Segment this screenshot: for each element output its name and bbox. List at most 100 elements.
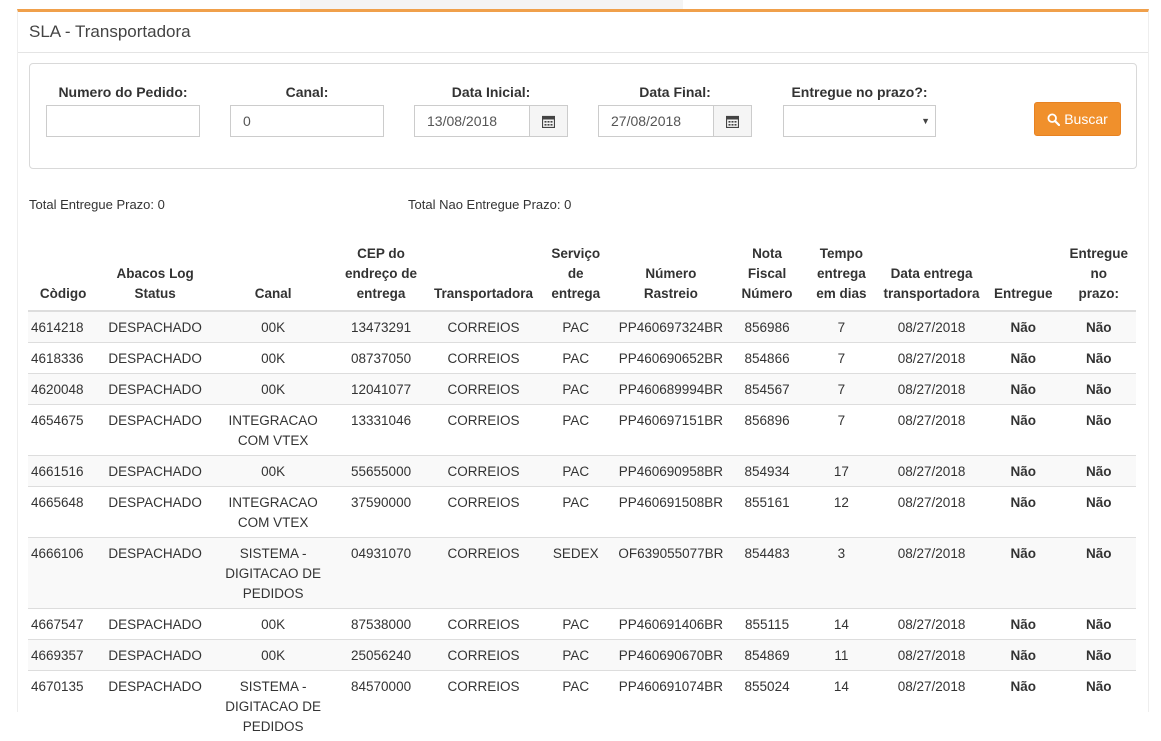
cell-servico: SEDEX (539, 538, 612, 609)
column-header-nota-fiscal: NotaFiscalNúmero (729, 240, 804, 311)
cell-nota-fiscal: 855024 (729, 671, 804, 741)
entregue-prazo-select[interactable]: ▼ (783, 105, 936, 137)
cell-cep: 25056240 (334, 640, 428, 671)
data-inicial-label: Data Inicial: (414, 81, 568, 103)
cell-servico: PAC (539, 671, 612, 741)
cell-nota-fiscal: 855115 (729, 609, 804, 640)
cell-status: DESPACHADO (98, 374, 212, 405)
cell-nota-fiscal: 854866 (729, 343, 804, 374)
canal-input[interactable] (230, 105, 384, 137)
column-header-transportadora: Transportadora (428, 240, 539, 311)
cell-servico: PAC (539, 640, 612, 671)
data-final-input[interactable] (598, 105, 713, 137)
cell-codigo: 4614218 (28, 311, 98, 343)
filter-form: Numero do Pedido: Canal: Data Inicial: D… (29, 63, 1137, 169)
cell-entregue: Não (985, 405, 1061, 456)
cell-status: DESPACHADO (98, 405, 212, 456)
table-body: 4614218DESPACHADO00K13473291CORREIOSPACP… (28, 311, 1136, 741)
pedido-filter-group: Numero do Pedido: (46, 81, 200, 137)
cell-status: DESPACHADO (98, 456, 212, 487)
table-row: 4654675DESPACHADOINTEGRACAO COM VTEX1333… (28, 405, 1136, 456)
cell-transportadora: CORREIOS (428, 405, 539, 456)
cell-canal: INTEGRACAO COM VTEX (212, 405, 334, 456)
cell-data-entrega: 08/27/2018 (878, 671, 985, 741)
cell-entregue-prazo: Não (1061, 374, 1136, 405)
cell-data-entrega: 08/27/2018 (878, 405, 985, 456)
table-row: 4665648DESPACHADOINTEGRACAO COM VTEX3759… (28, 487, 1136, 538)
cell-nota-fiscal: 854934 (729, 456, 804, 487)
page-title: SLA - Transportadora (18, 12, 1148, 53)
cell-rastreio: PP460689994BR (612, 374, 729, 405)
cell-rastreio: PP460697324BR (612, 311, 729, 343)
cell-nota-fiscal: 854567 (729, 374, 804, 405)
cell-tempo-entrega: 7 (805, 405, 878, 456)
cell-rastreio: PP460697151BR (612, 405, 729, 456)
cell-canal: 00K (212, 311, 334, 343)
buscar-button[interactable]: Buscar (1034, 102, 1121, 136)
cell-cep: 87538000 (334, 609, 428, 640)
table-row: 4670135DESPACHADOSISTEMA - DIGITACAO DE … (28, 671, 1136, 741)
cell-cep: 55655000 (334, 456, 428, 487)
calendar-icon[interactable] (529, 105, 568, 137)
column-header-servico: Serviçodeentrega (539, 240, 612, 311)
cell-canal: SISTEMA - DIGITACAO DE PEDIDOS (212, 671, 334, 741)
cell-entregue: Não (985, 487, 1061, 538)
column-header-canal: Canal (212, 240, 334, 311)
cell-tempo-entrega: 7 (805, 374, 878, 405)
cell-cep: 04931070 (334, 538, 428, 609)
cell-codigo: 4666106 (28, 538, 98, 609)
cell-entregue: Não (985, 671, 1061, 741)
cell-rastreio: PP460691508BR (612, 487, 729, 538)
cell-entregue-prazo: Não (1061, 487, 1136, 538)
cell-servico: PAC (539, 311, 612, 343)
cell-rastreio: PP460690670BR (612, 640, 729, 671)
cell-cep: 12041077 (334, 374, 428, 405)
column-header-rastreio: NúmeroRastreio (612, 240, 729, 311)
column-header-cep: CEP doendreço deentrega (334, 240, 428, 311)
cell-nota-fiscal: 855161 (729, 487, 804, 538)
cell-entregue: Não (985, 538, 1061, 609)
cell-status: DESPACHADO (98, 311, 212, 343)
cell-canal: SISTEMA - DIGITACAO DE PEDIDOS (212, 538, 334, 609)
cell-rastreio: PP460690958BR (612, 456, 729, 487)
cell-codigo: 4665648 (28, 487, 98, 538)
cell-nota-fiscal: 856896 (729, 405, 804, 456)
cell-data-entrega: 08/27/2018 (878, 640, 985, 671)
cell-entregue: Não (985, 456, 1061, 487)
cell-data-entrega: 08/27/2018 (878, 311, 985, 343)
table-row: 4669357DESPACHADO00K25056240CORREIOSPACP… (28, 640, 1136, 671)
cell-rastreio: PP460691074BR (612, 671, 729, 741)
cell-status: DESPACHADO (98, 343, 212, 374)
cell-canal: 00K (212, 609, 334, 640)
column-header-entregue-prazo: Entreguenoprazo: (1061, 240, 1136, 311)
cell-cep: 13331046 (334, 405, 428, 456)
cell-status: DESPACHADO (98, 487, 212, 538)
total-entregue-prazo: Total Entregue Prazo: 0 (29, 197, 165, 212)
cell-tempo-entrega: 17 (805, 456, 878, 487)
search-icon (1047, 113, 1060, 126)
cell-cep: 08737050 (334, 343, 428, 374)
cell-servico: PAC (539, 374, 612, 405)
cell-entregue-prazo: Não (1061, 671, 1136, 741)
table-row: 4614218DESPACHADO00K13473291CORREIOSPACP… (28, 311, 1136, 343)
cell-codigo: 4670135 (28, 671, 98, 741)
cell-entregue: Não (985, 609, 1061, 640)
cell-data-entrega: 08/27/2018 (878, 456, 985, 487)
pedido-input[interactable] (46, 105, 200, 137)
column-header-tempo-entrega: Tempoentregaem dias (805, 240, 878, 311)
cell-status: DESPACHADO (98, 640, 212, 671)
cell-canal: 00K (212, 456, 334, 487)
table-row: 4667547DESPACHADO00K87538000CORREIOSPACP… (28, 609, 1136, 640)
column-header-data-entrega: Data entregatransportadora (878, 240, 985, 311)
cell-entregue-prazo: Não (1061, 343, 1136, 374)
cell-tempo-entrega: 7 (805, 311, 878, 343)
cell-data-entrega: 08/27/2018 (878, 609, 985, 640)
table-header-row: CòdigoAbacos LogStatusCanalCEP doendreço… (28, 240, 1136, 311)
cell-nota-fiscal: 854483 (729, 538, 804, 609)
cell-entregue-prazo: Não (1061, 609, 1136, 640)
cell-canal: 00K (212, 343, 334, 374)
calendar-icon[interactable] (713, 105, 752, 137)
data-final-label: Data Final: (598, 81, 752, 103)
cell-entregue-prazo: Não (1061, 311, 1136, 343)
data-inicial-input[interactable] (414, 105, 529, 137)
